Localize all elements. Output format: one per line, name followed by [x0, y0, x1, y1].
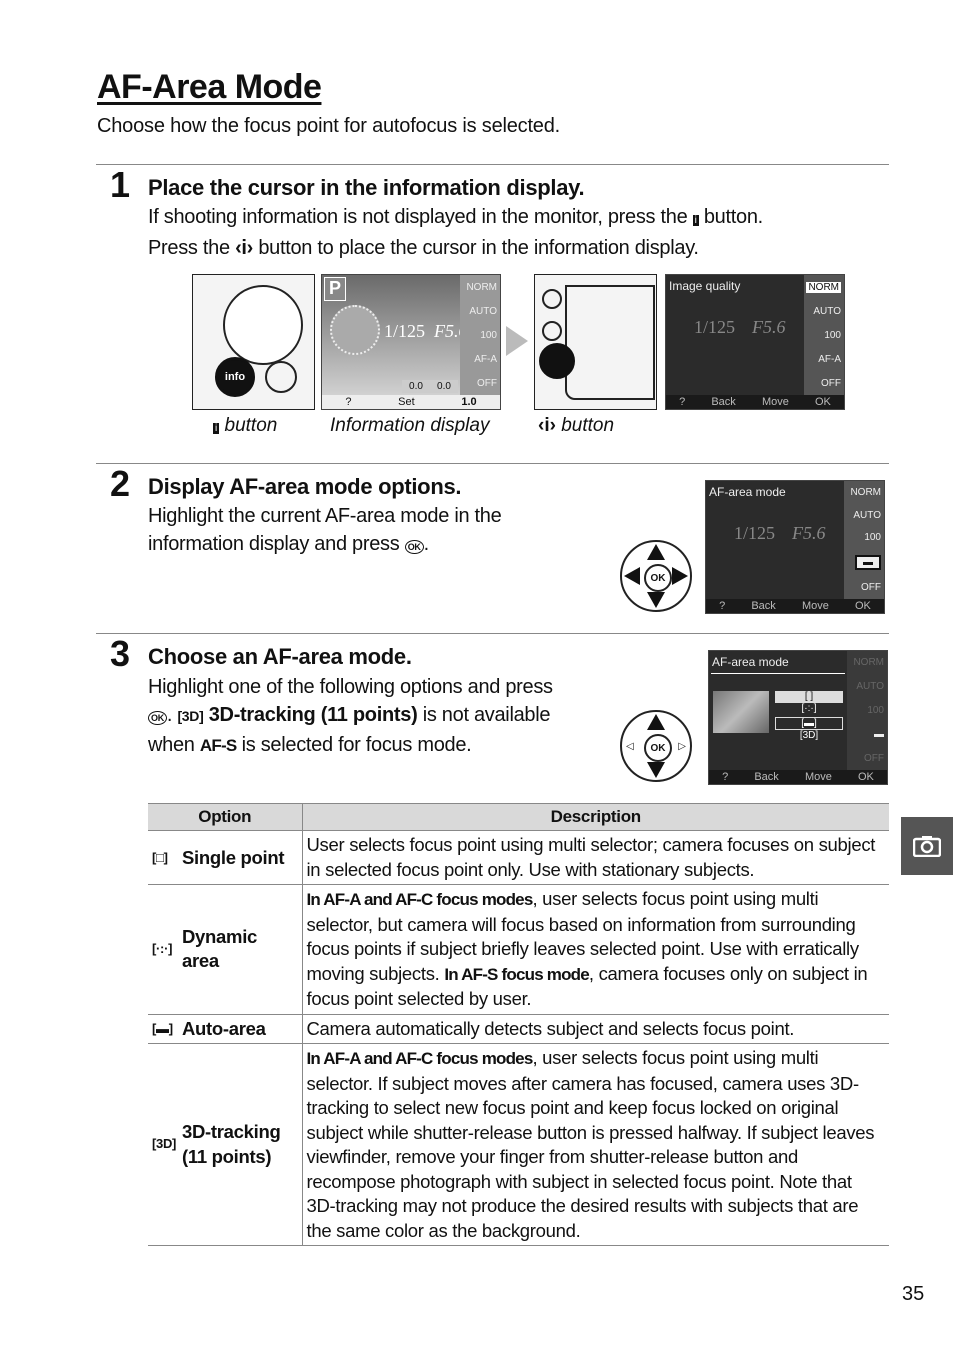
preview-image	[713, 691, 769, 733]
multi-selector-icon: OK ◁ ▷	[620, 710, 692, 782]
divider	[96, 633, 889, 634]
menu-option[interactable]: [ ]	[775, 691, 843, 703]
step-heading: Display AF-area mode options.	[148, 474, 462, 499]
step-heading: Choose an AF-area mode.	[148, 644, 412, 669]
step-number: 1	[110, 164, 130, 205]
arrow-right-icon	[506, 326, 528, 356]
i-button-icon: ‹i›	[235, 236, 254, 259]
step-body: If shooting information is not displayed…	[148, 206, 763, 259]
menu-option[interactable]: [▬]	[775, 717, 843, 730]
divider	[96, 164, 889, 165]
menu-option[interactable]: [3D]	[775, 730, 843, 743]
camera-icon	[913, 836, 941, 857]
header-option: Option	[148, 803, 303, 831]
multi-selector-icon: OK	[620, 540, 692, 612]
caption-information-display: Information display	[330, 415, 490, 436]
af-area-options-table: Option Description [□] Single point User …	[148, 803, 889, 1246]
auto-area-icon: [▬]	[152, 1020, 173, 1036]
information-display-screen: P 1/125 F5.6 0.0 0.0 NORM AUTO 100 AF-A OFF …	[321, 274, 501, 410]
exposure-compensation-strip: 0.0 0.0	[402, 380, 458, 393]
caption-i-button: ‹i› button	[538, 415, 615, 436]
step-number: 2	[110, 463, 130, 504]
single-point-icon: [□]	[152, 849, 168, 865]
camera-info-button-illustration: info	[192, 274, 315, 410]
divider	[96, 463, 889, 464]
step-heading: Place the cursor in the information disp…	[148, 175, 585, 200]
af-area-display-screen: AF-area mode 1/125 F5.6 NORM AUTO 100 ▬ OFF …	[705, 480, 885, 614]
page-title: AF-Area Mode	[97, 68, 322, 106]
shooting-section-tab	[901, 817, 953, 875]
table-row: [·:·]Dynamic area In AF-A and AF-C focus…	[148, 884, 889, 1015]
camera-i-button-illustration	[534, 274, 657, 410]
flash-compensation-value: 0.0	[437, 381, 451, 392]
table-row: [3D]3D-tracking (11 points) In AF-A and …	[148, 1043, 889, 1246]
step-number: 3	[110, 633, 130, 674]
step-body: Highlight the current AF-area mode in th…	[148, 505, 502, 555]
af-area-mode-menu-screen: AF-area mode [ ] [·:·] [▬] [3D] NORM AUTO…	[708, 650, 888, 785]
image-quality-screen: Image quality 1/125 F5.6 NORM AUTO 100 AF-A…	[665, 274, 845, 410]
exposure-compensation-value: 0.0	[409, 381, 423, 392]
table-row: [□] Single point User selects focus point…	[148, 830, 889, 885]
info-icon: i	[692, 215, 699, 226]
dynamic-area-icon: [·:·]	[152, 941, 173, 956]
table-row: [▬] Auto-area Camera automatically detect…	[148, 1014, 889, 1044]
header-description: Description	[302, 803, 889, 831]
page-number: 35	[902, 1283, 925, 1305]
page-subtitle: Choose how the focus point for autofocus…	[97, 115, 561, 137]
3d-tracking-icon: [3D]	[152, 1136, 177, 1152]
ok-icon: OK	[404, 539, 424, 554]
step-body: Highlight one of the following options a…	[148, 676, 553, 756]
caption-info-button: i button	[213, 415, 278, 436]
menu-option[interactable]: [·:·]	[775, 703, 843, 717]
